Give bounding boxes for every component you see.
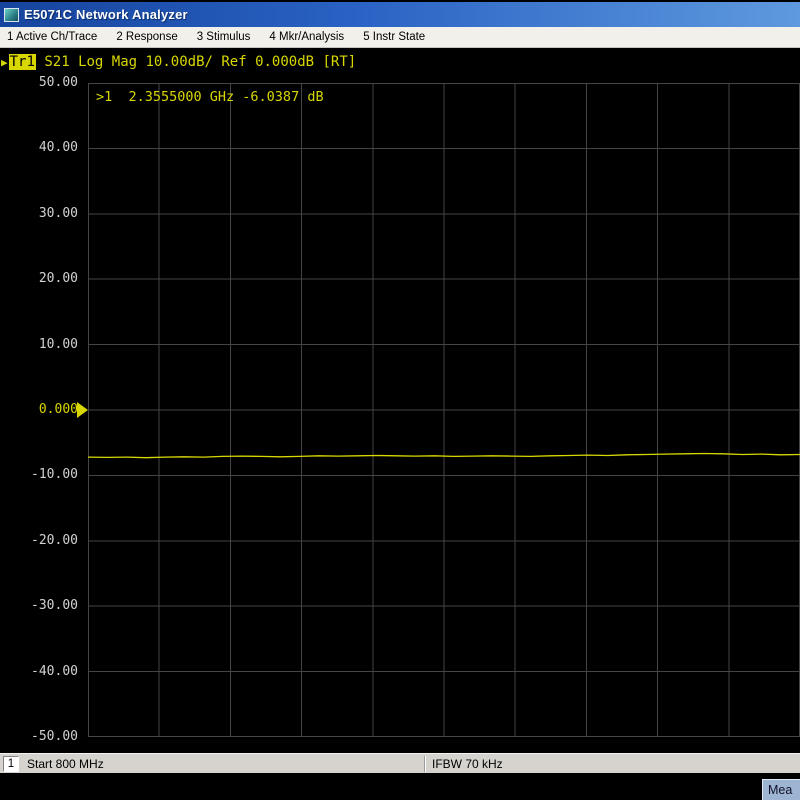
- graticule: [88, 83, 800, 737]
- trace-select-arrow-icon: ▶: [1, 56, 8, 69]
- y-axis-label: 10.00: [0, 337, 78, 353]
- menu-stimulus[interactable]: 3 Stimulus: [197, 31, 251, 43]
- y-axis-label: 50.00: [0, 75, 78, 91]
- y-axis-label: -40.00: [0, 664, 78, 680]
- ref-level-marker-icon: [77, 402, 88, 418]
- start-frequency-label: Start 800 MHz: [27, 757, 104, 771]
- app-icon: [4, 8, 19, 22]
- ifbw-label: IFBW 70 kHz: [432, 757, 503, 771]
- status-bar: 1 Start 800 MHz IFBW 70 kHz: [0, 753, 800, 773]
- trace-status-line: ▶ Tr1 S21 Log Mag 10.00dB/ Ref 0.000dB […: [1, 53, 799, 71]
- menu-instr-state[interactable]: 5 Instr State: [363, 31, 425, 43]
- y-axis-label: -20.00: [0, 533, 78, 549]
- title-bar: E5071C Network Analyzer: [0, 2, 800, 27]
- plot-svg: [88, 83, 800, 737]
- marker-readout: >1 2.3555000 GHz -6.0387 dB: [96, 89, 324, 105]
- y-axis-label: -30.00: [0, 598, 78, 614]
- trace1-settings-text: S21 Log Mag 10.00dB/ Ref 0.000dB [RT]: [36, 54, 356, 70]
- analyzer-screen: E5071C Network Analyzer 1 Active Ch/Trac…: [0, 0, 800, 800]
- y-axis-label: 30.00: [0, 206, 78, 222]
- y-axis-label: -10.00: [0, 467, 78, 483]
- trace1-badge[interactable]: Tr1: [9, 54, 36, 70]
- y-axis-label: 0.000: [0, 402, 78, 418]
- y-axis-label: -50.00: [0, 729, 78, 745]
- menu-active-ch-trace[interactable]: 1 Active Ch/Trace: [7, 31, 97, 43]
- channel-number-badge: 1: [3, 756, 19, 772]
- y-axis-label: 40.00: [0, 140, 78, 156]
- status-bar-divider: [424, 756, 426, 772]
- menu-bar: 1 Active Ch/Trace 2 Response 3 Stimulus …: [0, 27, 800, 48]
- menu-mkr-analysis[interactable]: 4 Mkr/Analysis: [269, 31, 344, 43]
- softkey-meas-button[interactable]: Mea: [762, 779, 800, 800]
- y-axis-label: 20.00: [0, 271, 78, 287]
- menu-response[interactable]: 2 Response: [116, 31, 177, 43]
- window-title: E5071C Network Analyzer: [24, 7, 188, 22]
